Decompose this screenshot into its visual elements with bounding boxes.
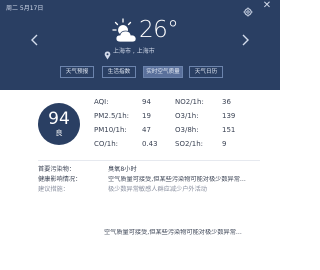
metric-value: 139 [222,112,236,120]
location: 上海市 , 上海市 [104,45,184,60]
metric-value: 94 [142,98,151,106]
advice-value: 极少数异常敏感人群应减少户外活动 [108,186,207,193]
partly-cloudy-sun-icon [112,18,140,44]
extra-description: 空气质量可接受,但某些污染物可能对极少数异常... [104,229,242,236]
date-label: 周二 5月17日 [6,5,44,12]
tab-forecast[interactable]: 天气预报 [60,66,94,78]
health-impact-label: 健康影响情况： [38,176,82,183]
metric-value: 36 [222,98,231,106]
metric-label: NO2/1h: [175,98,204,106]
aqi-badge-level: 良 [55,129,63,137]
location-label: 上海市 , 上海市 [113,48,155,55]
gear-icon[interactable] [243,2,253,17]
metric-label: AQI: [94,98,109,106]
metric-label: O3/8h: [175,126,199,134]
metric-value: 47 [142,126,151,134]
aqi-badge: 94 良 [38,103,80,145]
location-pin-icon [104,45,111,60]
primary-pollutant-value: 臭氧8小时 [108,166,137,173]
tab-air-quality[interactable]: 实时空气质量 [143,66,183,78]
metric-label: SO2/1h: [175,140,204,148]
metric-label: O3/1h: [175,112,199,120]
tab-life-index[interactable]: 生活指数 [102,66,136,78]
metric-value: 19 [142,112,151,120]
advice-label: 建议措施： [38,186,69,193]
chevron-right-icon[interactable] [240,32,250,46]
metric-label: CO/1h: [94,140,119,148]
close-icon[interactable]: ✕ [261,0,273,12]
aqi-badge-value: 94 [48,109,70,129]
metric-value: 0.43 [142,140,158,148]
temperature-value: 26° [139,17,179,43]
health-impact-value: 空气质量可接受,但某些污染物可能对极少数异常... [108,176,246,183]
metric-value: 151 [222,126,236,134]
metric-label: PM10/1h: [94,126,127,134]
tab-weather-calendar[interactable]: 天气日历 [189,66,223,78]
primary-pollutant-label: 首要污染物： [38,166,76,173]
divider [38,160,260,161]
metric-label: PM2.5/1h: [94,112,129,120]
chevron-left-icon[interactable] [30,32,40,46]
metric-value: 9 [222,140,227,148]
